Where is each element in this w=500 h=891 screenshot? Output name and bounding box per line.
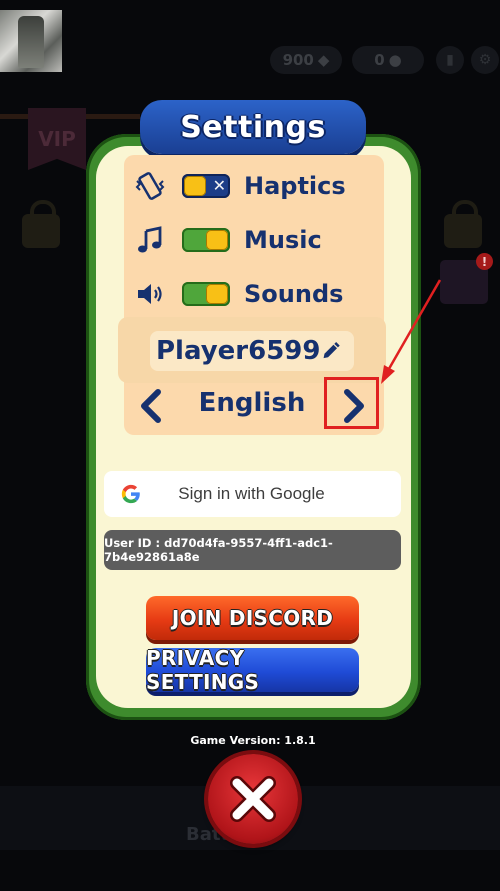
pencil-icon[interactable] [320,340,342,362]
close-button[interactable] [208,754,298,844]
gear-icon: ⚙ [471,46,499,74]
gems-counter: 900 ◆ [270,46,342,74]
toggle-knob [206,284,228,304]
close-icon: ✕ [212,176,226,195]
privacy-settings-label: PRIVACY SETTINGS [146,646,260,694]
music-row: Music [130,220,380,260]
coin-icon: ● [388,51,402,69]
toggle-knob [184,176,206,196]
coins-value: 0 [374,51,385,69]
music-label: Music [244,226,322,254]
google-signin-button[interactable]: Sign in with Google [104,471,401,517]
sounds-toggle[interactable] [182,282,230,306]
coins-counter: 0 ● [352,46,424,74]
notification-badge: ! [476,253,493,270]
haptics-toggle[interactable]: ✕ [182,174,230,198]
leaderboard-icon: ▮ [436,46,464,74]
join-discord-button[interactable]: JOIN DISCORD [146,596,359,640]
annotation-highlight-box [324,377,379,429]
game-version: Game Version: 1.8.1 [190,734,316,747]
music-toggle[interactable] [182,228,230,252]
user-id-text: User ID : dd70d4fa-9557-4ff1-adc1-7b4e92… [104,536,333,564]
settings-title: Settings [180,109,326,145]
gems-value: 900 [282,51,314,69]
close-icon [230,776,276,822]
google-logo-icon [121,484,140,504]
user-id-box: User ID : dd70d4fa-9557-4ff1-adc1-7b4e92… [104,530,401,570]
vip-banner: VIP [28,108,86,170]
vip-label: VIP [38,127,76,151]
player-avatar-thumbnail [0,10,62,72]
lock-icon [22,200,60,248]
language-prev-button[interactable] [136,386,166,426]
gem-icon: ◆ [317,51,330,69]
haptics-label: Haptics [244,172,346,200]
sounds-label: Sounds [244,280,344,308]
sounds-row: Sounds [130,274,380,314]
language-value: English [198,388,306,418]
privacy-settings-button[interactable]: PRIVACY SETTINGS [146,646,359,694]
notification-mark: ! [481,254,488,269]
join-discord-label: JOIN DISCORD [171,606,334,630]
player-name-field[interactable]: Player6599 [150,331,354,371]
speaker-icon [132,276,168,312]
google-signin-label: Sign in with Google [178,484,325,503]
chevron-left-icon [141,389,161,423]
haptics-row: ✕ Haptics [130,166,380,206]
lock-icon [444,200,482,248]
settings-title-banner: Settings [140,100,366,154]
toggle-knob [206,230,228,250]
player-name: Player6599 [156,336,321,366]
vibration-icon [132,168,168,204]
music-note-icon [132,222,168,258]
